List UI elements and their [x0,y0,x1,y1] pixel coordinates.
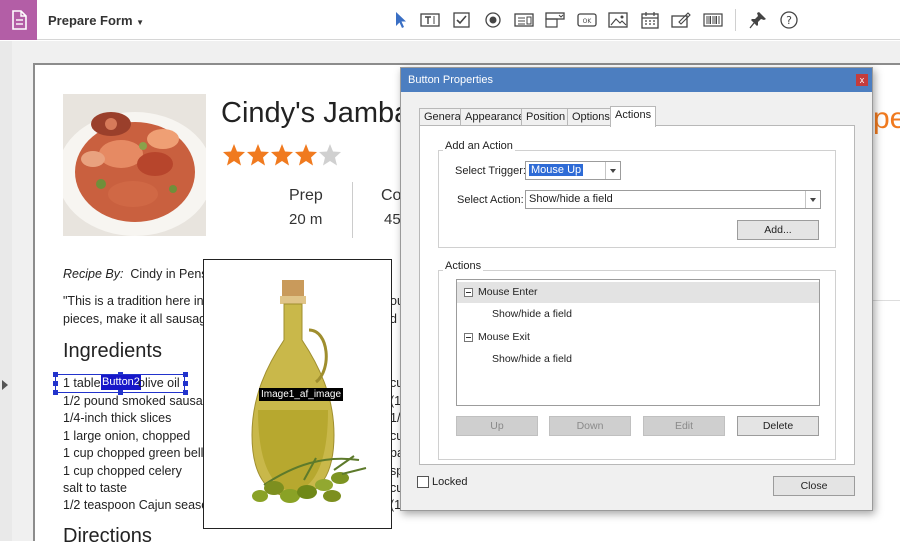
tree-node-mouse-exit[interactable]: Mouse Exit [457,327,819,348]
barcode-icon[interactable] [703,11,723,29]
stat-divider [352,182,353,238]
delete-button[interactable]: Delete [737,416,819,436]
select-trigger-dropdown[interactable]: Mouse Up [525,161,621,180]
close-icon[interactable]: x [856,74,868,86]
date-field-icon[interactable] [640,11,660,29]
ingredient-item: 1/2 pound smoked sausag [63,394,210,408]
select-trigger-label: Select Trigger: [455,165,526,177]
cook-value: 45 [384,211,401,228]
text-field-icon[interactable] [420,11,440,29]
tab-position[interactable]: Position [521,108,571,126]
recipe-by-label: Recipe By: [63,267,124,281]
tab-options[interactable]: Options [567,108,615,126]
recipe-title: Cindy's Jamba [221,97,411,129]
star-rating [222,143,347,172]
resize-handle[interactable] [183,372,188,377]
directions-heading: Directions [63,525,152,547]
jambalaya-photo [63,94,206,236]
prepare-form-menu[interactable]: Prepare Form ▼ [48,13,144,28]
down-button[interactable]: Down [549,416,631,436]
resize-handle[interactable] [183,390,188,395]
expand-panel-icon[interactable] [2,380,8,390]
tab-actions[interactable]: Actions [610,106,657,127]
dialog-title: Button Properties [408,74,493,86]
dropdown-icon[interactable] [545,11,565,29]
edit-button[interactable]: Edit [643,416,725,436]
prepare-form-label: Prepare Form [48,13,133,28]
collapse-icon[interactable] [464,333,473,342]
recipe-by-value: Cindy in Pensa [130,267,215,281]
button-field-icon[interactable]: OK [577,11,597,29]
tree-node-label: Mouse Enter [478,286,538,298]
tree-node-action[interactable]: Show/hide a field [457,349,819,370]
select-action-label: Select Action: [457,194,524,206]
locked-checkbox[interactable] [417,476,429,488]
chevron-down-icon [605,162,620,179]
prep-label: Prep [289,187,323,204]
resize-handle[interactable] [183,381,188,386]
tree-node-label: Show/hide a field [492,353,572,365]
tab-appearance[interactable]: Appearance [460,108,530,126]
resize-handle[interactable] [53,381,58,386]
select-action-value: Show/hide a field [529,193,613,205]
tree-node-mouse-enter[interactable]: Mouse Enter [457,282,819,303]
cook-label: Co [381,187,402,204]
prepare-form-toolbar: Prepare Form ▼ OK ? [0,0,900,40]
ingredient-olive-oil: olive oil [138,376,180,390]
cursor-icon[interactable] [392,11,412,29]
checkbox-icon[interactable] [452,11,472,29]
chevron-down-icon [805,191,820,208]
dialog-titlebar[interactable]: Button Properties x [401,68,872,92]
collapse-icon[interactable] [464,288,473,297]
tree-node-label: Show/hide a field [492,308,572,320]
pin-icon[interactable] [748,11,768,29]
add-action-group-label: Add an Action [443,140,515,152]
actions-tree: Mouse Enter Show/hide a field Mouse Exit… [456,279,820,406]
resize-handle[interactable] [118,390,123,395]
select-trigger-value: Mouse Up [529,164,584,176]
help-icon[interactable]: ? [779,11,799,29]
prepare-form-tool-icon[interactable] [0,0,37,40]
close-button[interactable]: Close [773,476,855,496]
tree-node-action[interactable]: Show/hide a field [457,304,819,325]
tree-node-label: Mouse Exit [478,331,530,343]
signature-field-icon[interactable] [671,11,691,29]
left-panel-gutter [0,41,12,541]
ingredient-item: 1 large onion, chopped [63,429,191,443]
page-divider [873,300,900,301]
list-box-icon[interactable] [514,11,534,29]
actions-group-label: Actions [443,260,484,272]
ingredient-item: 1/4-inch thick slices [63,411,172,425]
radio-button-icon[interactable] [483,11,503,29]
button-properties-dialog: Button Properties x General Appearance P… [400,67,873,511]
recipe-by: Recipe By: Cindy in Pensa [63,267,214,281]
ingredient-item: 1/2 teaspoon Cajun seaso [63,498,209,512]
resize-handle[interactable] [53,390,58,395]
ingredient-item: salt to taste [63,481,127,495]
add-action-button[interactable]: Add... [737,220,819,240]
toolbar-divider [735,9,736,31]
orange-heading-partial: pe [873,102,900,135]
button2-field-label: Button2 [101,375,141,390]
ingredient-item: 1 cup chopped green bell [63,446,204,460]
prep-value: 20 m [289,211,323,228]
svg-text:OK: OK [583,18,593,25]
description-line-1: "This is a tradition here in [63,294,204,308]
locked-label: Locked [432,476,468,488]
ingredient-item: 1 cup chopped celery [63,464,182,478]
select-action-dropdown[interactable]: Show/hide a field [525,190,821,209]
ingredients-heading: Ingredients [63,340,162,362]
chevron-down-icon: ▼ [136,18,145,27]
description-line-2: pieces, make it all sausage [63,312,214,326]
svg-text:?: ? [786,14,792,27]
image-field-icon[interactable] [608,11,628,29]
up-button[interactable]: Up [456,416,538,436]
resize-handle[interactable] [53,372,58,377]
image1-field-label: Image1_af_image [259,388,344,401]
